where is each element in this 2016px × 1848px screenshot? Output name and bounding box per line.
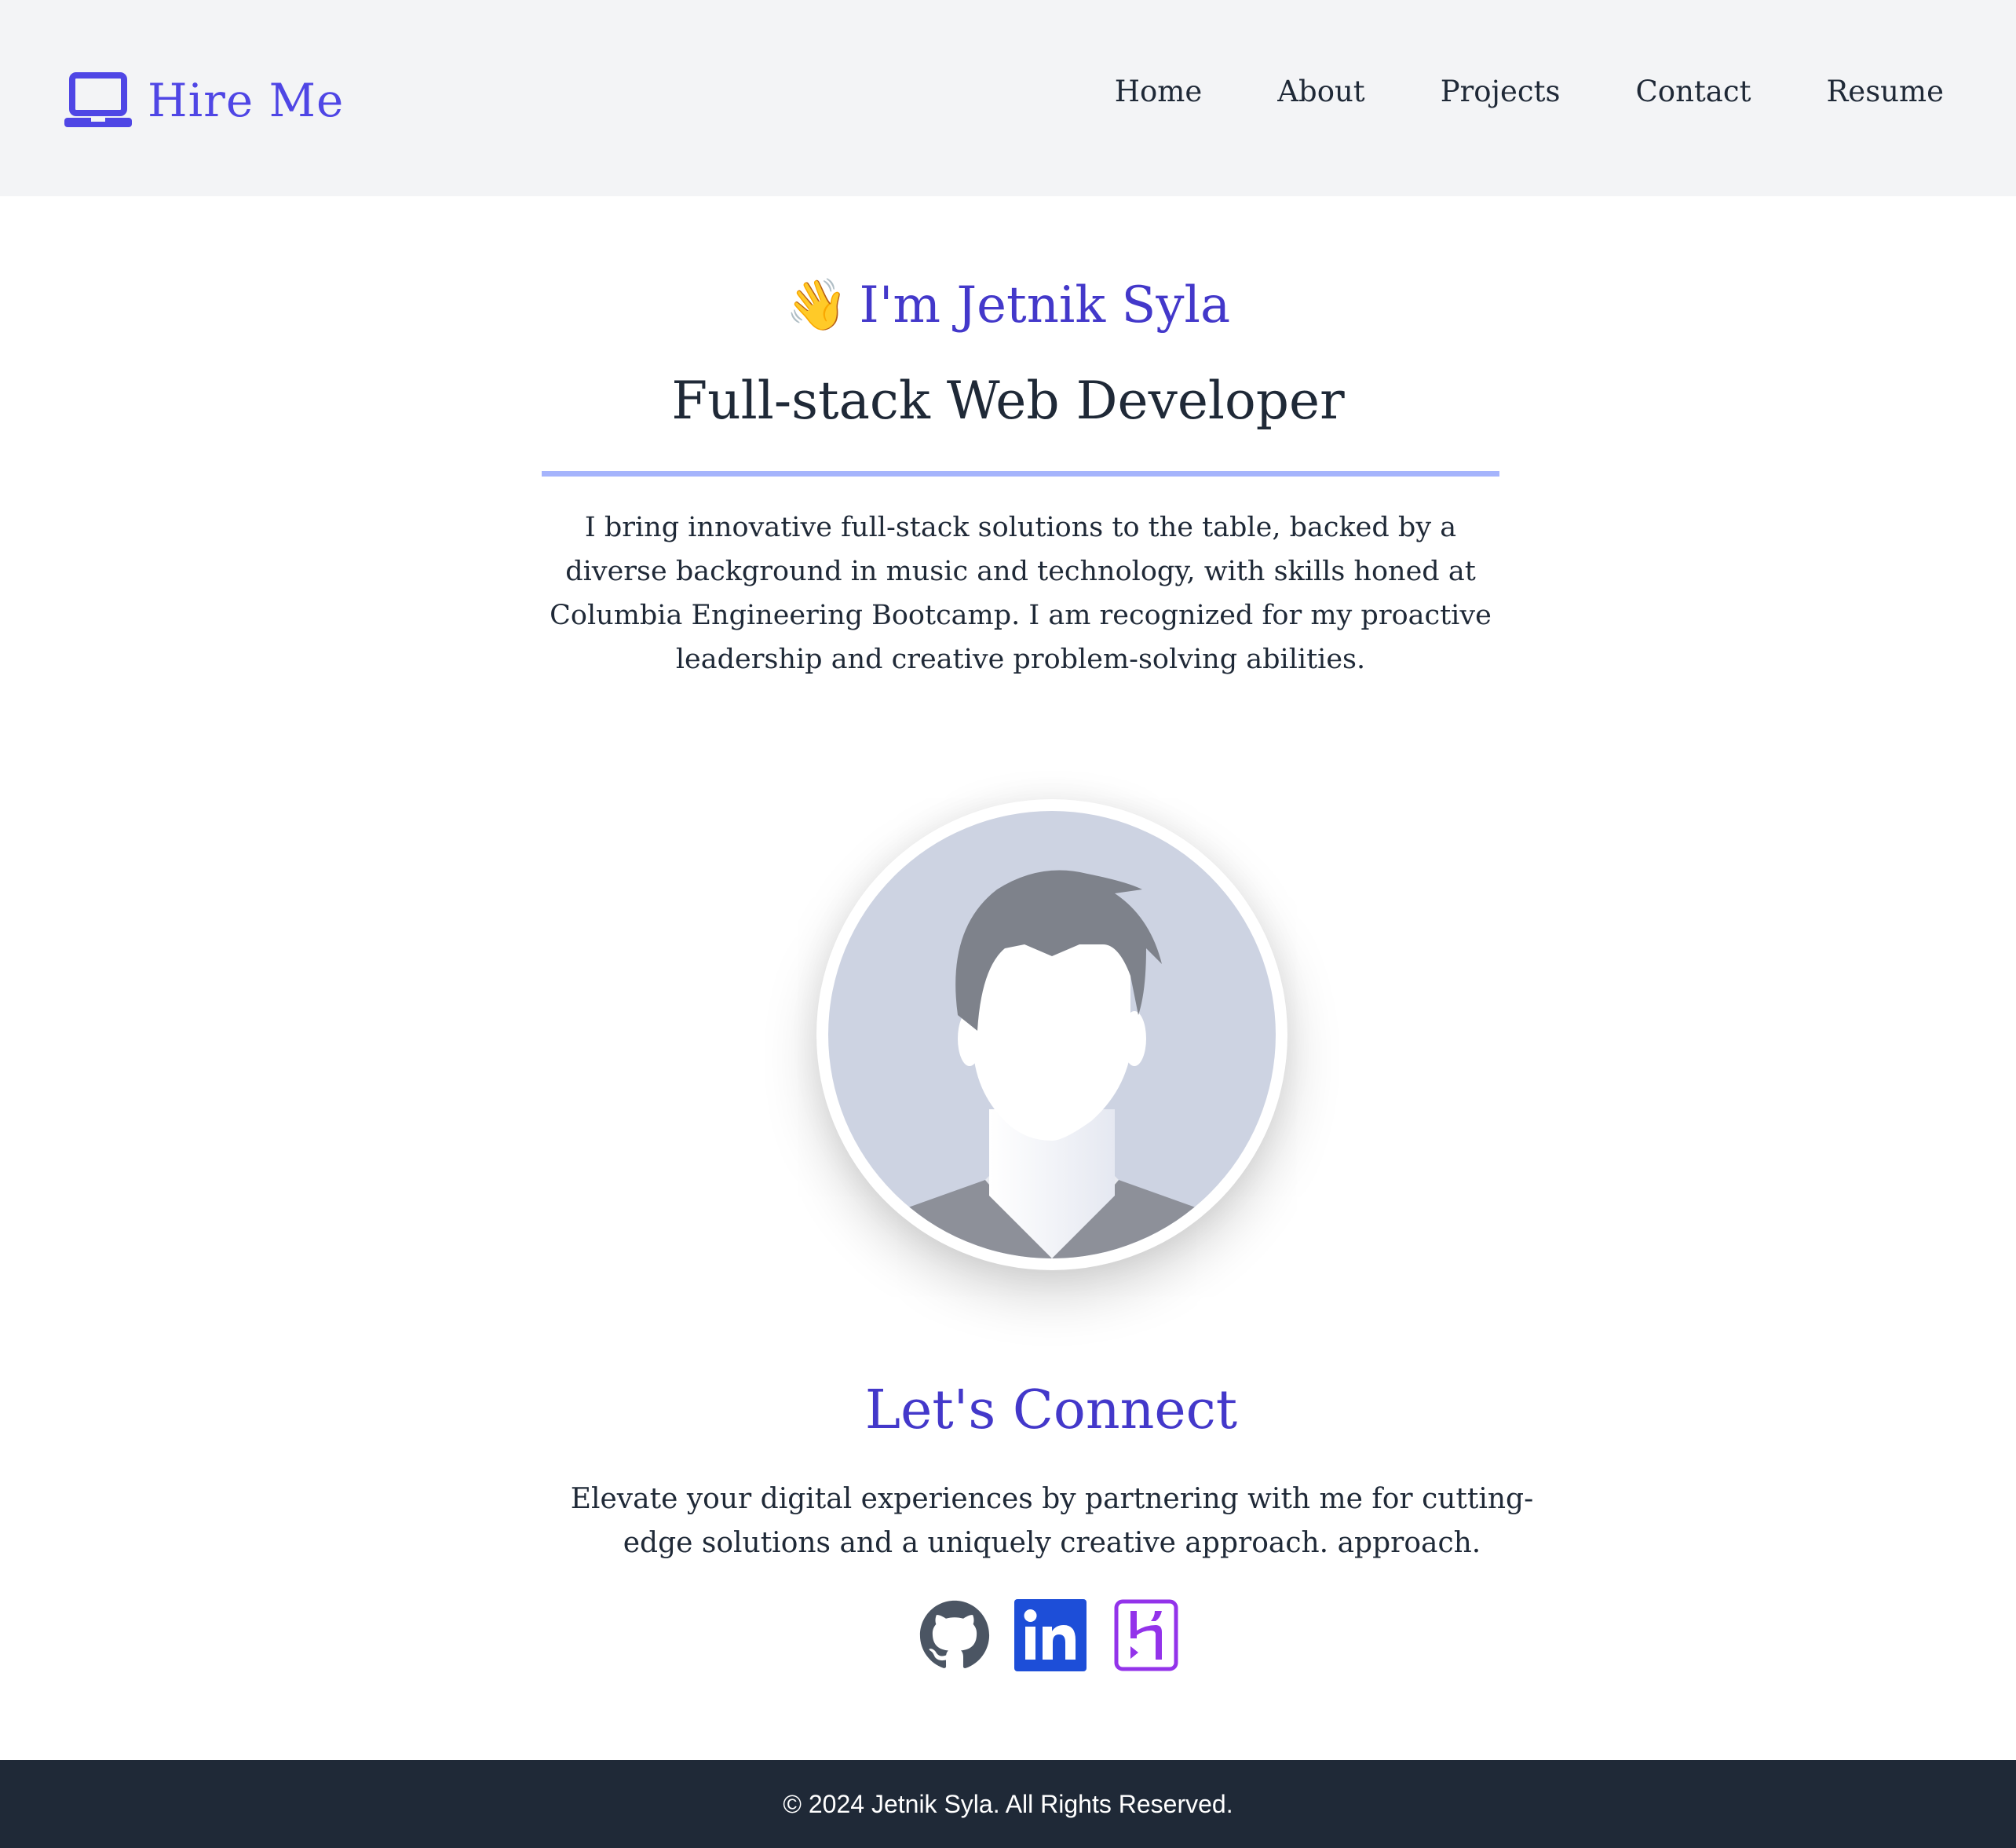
nav-contact[interactable]: Contact <box>1636 75 1751 108</box>
github-link[interactable] <box>919 1599 991 1671</box>
profile-avatar <box>816 799 1287 1270</box>
hero-divider <box>542 471 1499 477</box>
waving-hand-icon: 👋 <box>785 276 849 334</box>
laptop-icon <box>64 72 132 127</box>
nav-resume[interactable]: Resume <box>1826 75 1944 108</box>
brand-text: Hire Me <box>148 74 345 127</box>
nav-home[interactable]: Home <box>1115 75 1203 108</box>
hero-heading: 👋 I'm Jetnik Syla <box>0 276 2016 334</box>
site-header: Hire Me Home About Projects Contact Resu… <box>0 0 2016 196</box>
nav-about[interactable]: About <box>1277 75 1364 108</box>
nav-projects[interactable]: Projects <box>1441 75 1561 108</box>
brand-link[interactable]: Hire Me <box>63 69 344 132</box>
hero-role: Full-stack Web Developer <box>671 371 1345 431</box>
social-links <box>919 1599 1182 1671</box>
heroku-icon <box>1114 1599 1178 1671</box>
github-icon <box>919 1600 990 1669</box>
person-placeholder-icon <box>828 811 1276 1258</box>
linkedin-link[interactable] <box>1014 1599 1087 1671</box>
footer-copyright: © 2024 Jetnik Syla. All Rights Reserved. <box>783 1789 1233 1818</box>
linkedin-icon <box>1014 1599 1087 1671</box>
connect-heading: Let's Connect <box>864 1379 1238 1441</box>
hero-bio: I bring innovative full-stack solutions … <box>550 512 1492 675</box>
site-footer: © 2024 Jetnik Syla. All Rights Reserved. <box>0 1760 2016 1848</box>
connect-text: Elevate your digital experiences by part… <box>570 1483 1534 1559</box>
main-nav: Home About Projects Contact Resume <box>1115 75 1944 108</box>
heroku-link[interactable] <box>1110 1599 1182 1671</box>
hero-name: I'm Jetnik Syla <box>859 276 1231 334</box>
